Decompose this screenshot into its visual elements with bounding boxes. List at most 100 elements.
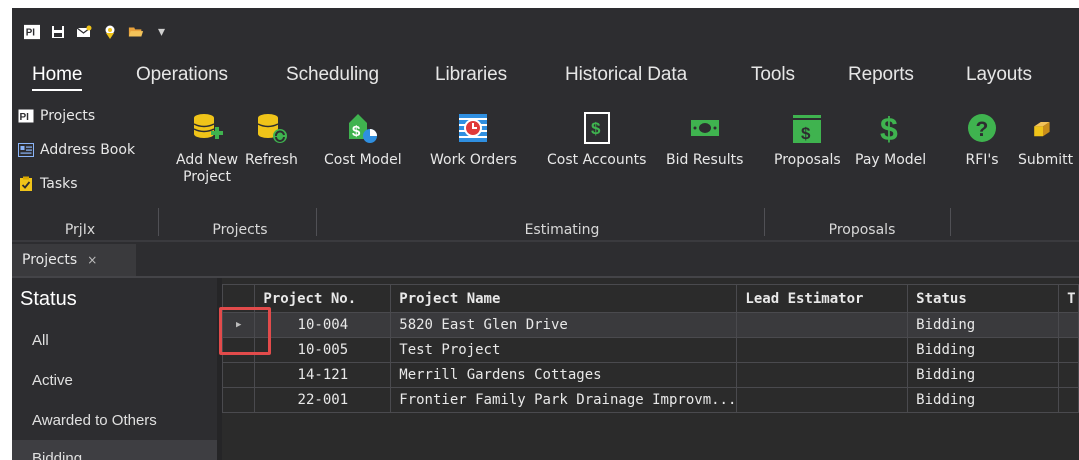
- column-header-project-no[interactable]: Project No.: [254, 284, 392, 313]
- cell-status[interactable]: Bidding: [907, 312, 1060, 338]
- map-pin-icon[interactable]: [102, 24, 118, 40]
- cell-project-name[interactable]: Test Project: [390, 337, 738, 363]
- proposals-button[interactable]: $ Proposals: [774, 110, 841, 169]
- status-sidebar: Status All Active Awarded to Others Bidd…: [12, 278, 217, 460]
- cost-accounts-button[interactable]: $ Cost Accounts: [547, 110, 646, 169]
- cell-truncated[interactable]: [1058, 387, 1079, 413]
- group-separator: [950, 208, 951, 236]
- status-item-bidding[interactable]: Bidding: [12, 440, 217, 460]
- svg-text:$: $: [880, 111, 898, 145]
- cell-lead-estimator[interactable]: [736, 337, 909, 363]
- status-item-awarded-to-others[interactable]: Awarded to Others: [12, 402, 217, 438]
- doc-tab-label: Projects: [22, 252, 78, 268]
- cell-project-name[interactable]: Merrill Gardens Cottages: [390, 362, 738, 388]
- group-label-estimating: Estimating: [524, 222, 600, 238]
- close-icon[interactable]: ×: [87, 253, 97, 267]
- svg-text:$: $: [352, 123, 361, 140]
- database-refresh-icon: [253, 110, 289, 146]
- tasks-label: Tasks: [40, 176, 78, 192]
- cell-project-no[interactable]: 10-005: [254, 337, 392, 363]
- table-row[interactable]: 10-005 Test Project Bidding: [221, 337, 1079, 363]
- group-separator: [764, 208, 765, 236]
- ribbon-divider: [12, 240, 1079, 242]
- table-row[interactable]: 22-001 Frontier Family Park Drainage Imp…: [221, 387, 1079, 413]
- cell-status[interactable]: Bidding: [907, 337, 1060, 363]
- save-icon[interactable]: [50, 24, 66, 40]
- tab-layouts[interactable]: Layouts: [966, 64, 1032, 86]
- cost-accounts-icon: $: [579, 110, 615, 146]
- cell-project-name[interactable]: Frontier Family Park Drainage Improvm...: [390, 387, 738, 413]
- column-header-truncated[interactable]: T: [1058, 284, 1079, 313]
- table-row[interactable]: 14-121 Merrill Gardens Cottages Bidding: [221, 362, 1079, 388]
- cell-lead-estimator[interactable]: [736, 387, 909, 413]
- tab-historical-data[interactable]: Historical Data: [565, 64, 687, 86]
- proposals-icon: $: [789, 110, 825, 146]
- cell-truncated[interactable]: [1058, 362, 1079, 388]
- projects-grid: Project No. Project Name Lead Estimator …: [221, 278, 1079, 460]
- row-indicator-icon[interactable]: [221, 337, 256, 363]
- svg-text:PI: PI: [20, 112, 30, 123]
- cell-project-no[interactable]: 14-121: [254, 362, 392, 388]
- cost-model-button[interactable]: $ Cost Model: [324, 110, 402, 169]
- add-new-project-label: Add New Project: [176, 152, 239, 185]
- pay-model-button[interactable]: $ Pay Model: [855, 110, 926, 169]
- pi-logo-icon: PI: [18, 108, 34, 124]
- work-orders-button[interactable]: Work Orders: [430, 110, 517, 169]
- column-header-project-name[interactable]: Project Name: [390, 284, 738, 313]
- submittals-label: Submitt: [1018, 152, 1074, 168]
- cell-lead-estimator[interactable]: [736, 362, 909, 388]
- boxes-icon: [1018, 110, 1054, 146]
- cell-project-no[interactable]: 10-004: [254, 312, 392, 338]
- row-indicator-icon[interactable]: [221, 362, 256, 388]
- tab-operations[interactable]: Operations: [136, 64, 228, 86]
- row-indicator-header: [221, 284, 256, 313]
- column-header-status[interactable]: Status: [907, 284, 1060, 313]
- bid-results-button[interactable]: Bid Results: [666, 110, 743, 169]
- prjix-projects-button[interactable]: PI Projects: [18, 108, 95, 124]
- refresh-label: Refresh: [245, 152, 298, 168]
- email-icon[interactable]: [76, 24, 92, 40]
- row-indicator-icon[interactable]: ▶: [221, 312, 256, 338]
- qat-dropdown-icon[interactable]: ▾: [158, 24, 165, 40]
- cell-project-no[interactable]: 22-001: [254, 387, 392, 413]
- tab-libraries[interactable]: Libraries: [435, 64, 507, 86]
- submittals-button[interactable]: Submitt: [1018, 110, 1073, 169]
- cell-project-name[interactable]: 5820 East Glen Drive: [390, 312, 738, 338]
- row-indicator-icon[interactable]: [221, 387, 256, 413]
- add-new-project-button[interactable]: Add New Project: [176, 110, 238, 186]
- folder-open-icon[interactable]: [128, 24, 144, 40]
- prjix-projects-label: Projects: [40, 108, 96, 124]
- refresh-button[interactable]: Refresh: [245, 110, 298, 169]
- status-item-all[interactable]: All: [12, 322, 217, 358]
- tab-projects-document[interactable]: Projects ×: [12, 244, 136, 276]
- work-orders-icon: [455, 110, 491, 146]
- rfis-button[interactable]: ? RFI's: [964, 110, 1000, 169]
- tasks-button[interactable]: Tasks: [18, 176, 78, 192]
- svg-text:PI: PI: [26, 28, 36, 39]
- group-label-projects: Projects: [212, 222, 268, 238]
- pi-logo-icon[interactable]: PI: [24, 24, 40, 40]
- cell-status[interactable]: Bidding: [907, 362, 1060, 388]
- quick-access-toolbar: PI ▾: [12, 8, 1079, 56]
- cell-lead-estimator[interactable]: [736, 312, 909, 338]
- tab-scheduling[interactable]: Scheduling: [286, 64, 379, 86]
- cost-model-icon: $: [345, 110, 381, 146]
- ribbon: PI Projects Address Book Tasks PrjIx Add…: [12, 104, 1079, 238]
- cell-truncated[interactable]: [1058, 337, 1079, 363]
- proposals-label: Proposals: [774, 152, 841, 168]
- database-add-icon: [189, 110, 225, 146]
- tab-tools[interactable]: Tools: [751, 64, 795, 86]
- column-header-lead-estimator[interactable]: Lead Estimator: [736, 284, 909, 313]
- table-row[interactable]: ▶ 10-004 5820 East Glen Drive Bidding: [221, 312, 1079, 338]
- pay-model-label: Pay Model: [855, 152, 927, 168]
- address-book-button[interactable]: Address Book: [18, 142, 135, 158]
- question-icon: ?: [964, 110, 1000, 146]
- svg-text:?: ?: [976, 118, 989, 141]
- tab-reports[interactable]: Reports: [848, 64, 914, 86]
- app-window: PI ▾ Home Operations Scheduling Librarie…: [12, 8, 1079, 460]
- status-title: Status: [20, 288, 77, 310]
- status-item-active[interactable]: Active: [12, 362, 217, 398]
- tab-home[interactable]: Home: [32, 64, 82, 91]
- cell-truncated[interactable]: [1058, 312, 1079, 338]
- cell-status[interactable]: Bidding: [907, 387, 1060, 413]
